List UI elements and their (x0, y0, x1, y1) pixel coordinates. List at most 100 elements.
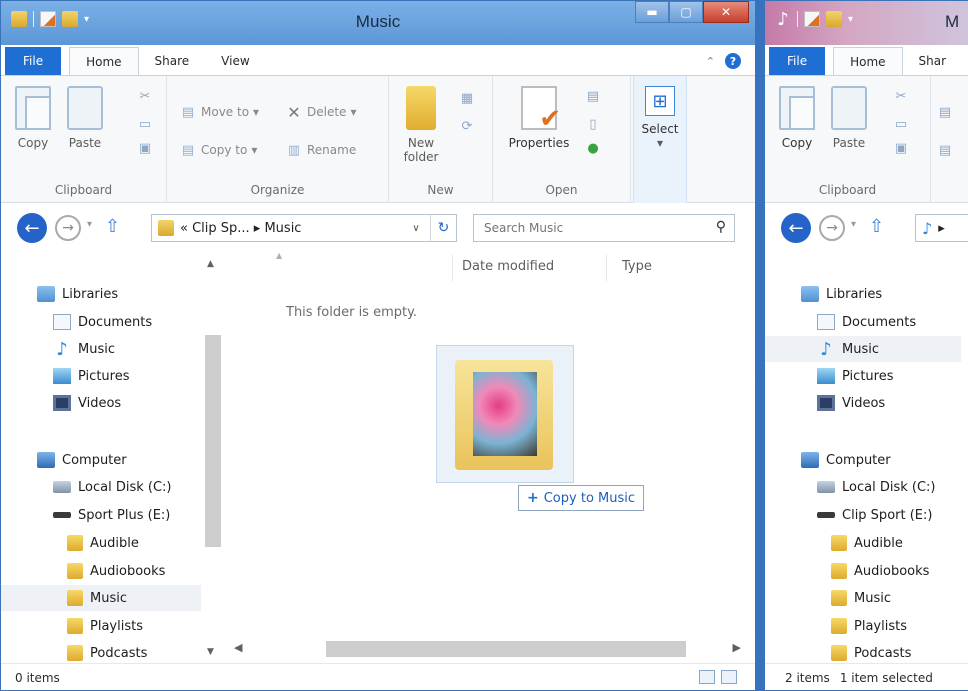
copy-button[interactable]: Copy (5, 86, 61, 150)
copy-path-icon[interactable]: ▭ (137, 116, 153, 132)
up-button[interactable]: ⇧ (869, 216, 884, 237)
nav-pane-scrollbar[interactable]: ▲ ▼ (201, 251, 221, 663)
cut-icon[interactable]: ✂ (137, 88, 153, 104)
customize-toolbar-arrow-icon[interactable]: ▾ (848, 14, 853, 25)
refresh-icon[interactable]: ↻ (430, 215, 456, 241)
cut-icon[interactable]: ✂ (893, 88, 909, 104)
scroll-down-arrow-icon[interactable]: ▼ (207, 647, 214, 657)
nav-clip-sport-drive[interactable]: Clip Sport (E:) (765, 502, 961, 528)
forward-button[interactable]: → (819, 215, 845, 241)
nav-audible[interactable]: Audible (1, 530, 205, 556)
up-button[interactable]: ⇧ (105, 216, 120, 237)
tab-file[interactable]: File (769, 47, 826, 75)
search-icon[interactable]: ⚲ (716, 219, 726, 235)
nav-audible[interactable]: Audible (765, 530, 961, 556)
close-button[interactable]: ✕ (703, 1, 749, 23)
delete-button[interactable]: ✕ Delete ▾ (285, 103, 356, 122)
tab-home[interactable]: Home (833, 47, 903, 75)
nav-music-folder[interactable]: Music (765, 585, 961, 611)
address-path[interactable]: « Clip Sp... ▸ Music (180, 221, 402, 236)
forward-button[interactable]: → (55, 215, 81, 241)
nav-sport-plus-drive[interactable]: Sport Plus (E:) (1, 502, 205, 528)
nav-pictures[interactable]: Pictures (1, 363, 205, 389)
nav-local-disk[interactable]: Local Disk (C:) (1, 474, 205, 500)
nav-podcasts[interactable]: Podcasts (1, 640, 205, 663)
nav-documents[interactable]: Documents (1, 309, 205, 335)
copy-to-button[interactable]: ▤ Copy to ▾ (179, 142, 258, 158)
open-icon[interactable]: ▤ (585, 88, 601, 104)
address-bar[interactable]: ♪ ▸ (915, 214, 968, 242)
nav-playlists[interactable]: Playlists (1, 613, 205, 639)
paste-shortcut-icon[interactable]: ▣ (137, 140, 153, 156)
nav-videos[interactable]: Videos (1, 390, 205, 416)
nav-music[interactable]: ♪ Music (1, 336, 205, 362)
new-folder-button[interactable]: New folder (393, 86, 449, 164)
nav-music[interactable]: ♪ Music (765, 336, 961, 362)
nav-audiobooks[interactable]: Audiobooks (765, 558, 961, 584)
maximize-button[interactable]: ▢ (669, 1, 703, 23)
help-icon[interactable]: ? (725, 53, 741, 69)
nav-computer[interactable]: Computer (765, 447, 961, 473)
nav-libraries[interactable]: Libraries (765, 281, 961, 307)
scroll-up-arrow-icon[interactable]: ▲ (207, 259, 214, 269)
recent-locations-icon[interactable]: ▾ (87, 219, 92, 230)
nav-libraries[interactable]: Libraries (1, 281, 205, 307)
title-bar[interactable]: ♪ ▾ M (765, 1, 968, 45)
select-button[interactable]: ⊞ Select ▾ (633, 86, 687, 150)
scroll-right-arrow-icon[interactable]: ▶ (733, 641, 741, 654)
file-list[interactable]: ▲ Date modified Type This folder is empt… (222, 251, 755, 635)
nav-playlists[interactable]: Playlists (765, 613, 961, 639)
move-to-button[interactable]: ▤ Move to ▾ (179, 104, 259, 120)
scrollbar-thumb[interactable] (205, 335, 221, 547)
address-bar[interactable]: « Clip Sp... ▸ Music ∨ ↻ (151, 214, 457, 242)
new-folder-quick-icon[interactable] (826, 11, 842, 27)
nav-videos[interactable]: Videos (765, 390, 961, 416)
copy-button[interactable]: Copy (769, 86, 825, 150)
column-date-modified[interactable]: Date modified (462, 259, 554, 274)
quick-access-toolbar: ♪ ▾ (775, 9, 853, 30)
minimize-ribbon-icon[interactable]: ⌃ (706, 55, 715, 68)
tab-home[interactable]: Home (69, 47, 139, 75)
minimize-button[interactable]: ▬ (635, 1, 669, 23)
column-type[interactable]: Type (622, 259, 652, 274)
details-view-icon[interactable] (699, 670, 715, 684)
nav-pictures[interactable]: Pictures (765, 363, 961, 389)
music-note-icon: ♪ (922, 218, 933, 238)
search-box[interactable]: ⚲ (473, 214, 735, 242)
properties-button[interactable]: Properties (501, 86, 577, 150)
history-icon[interactable]: ● (585, 140, 601, 156)
tab-file[interactable]: File (5, 47, 62, 75)
horizontal-scrollbar[interactable]: ◀ ▶ (222, 635, 755, 663)
nav-audiobooks[interactable]: Audiobooks (1, 558, 205, 584)
nav-local-disk[interactable]: Local Disk (C:) (765, 474, 961, 500)
nav-computer[interactable]: Computer (1, 447, 205, 473)
move-to-icon[interactable]: ▤ (937, 104, 953, 120)
nav-podcasts[interactable]: Podcasts (765, 640, 961, 663)
paste-button[interactable]: Paste (57, 86, 113, 150)
search-input[interactable] (474, 215, 694, 241)
rename-button[interactable]: ▥ Rename (285, 142, 356, 158)
easy-access-icon[interactable]: ⟳ (459, 118, 475, 134)
nav-music-folder[interactable]: Music (1, 585, 205, 611)
title-bar[interactable]: ▾ Music ▬ ▢ ✕ (1, 1, 755, 45)
tab-share[interactable]: Share (139, 47, 206, 75)
scrollbar-thumb[interactable] (326, 641, 686, 657)
recent-locations-icon[interactable]: ▾ (851, 219, 856, 230)
edit-icon[interactable]: ▯ (585, 116, 601, 132)
paste-button[interactable]: Paste (821, 86, 877, 150)
back-button[interactable]: ← (17, 213, 47, 243)
paste-icon (67, 86, 103, 130)
properties-quick-icon[interactable] (804, 11, 820, 27)
nav-documents[interactable]: Documents (765, 309, 961, 335)
copy-to-icon[interactable]: ▤ (937, 142, 953, 158)
back-button[interactable]: ← (781, 213, 811, 243)
new-item-icon[interactable]: ▦ (459, 90, 475, 106)
scroll-left-arrow-icon[interactable]: ◀ (234, 641, 242, 654)
copy-path-icon[interactable]: ▭ (893, 116, 909, 132)
tab-share[interactable]: Shar (903, 47, 947, 75)
large-icons-view-icon[interactable] (721, 670, 737, 684)
paste-shortcut-icon[interactable]: ▣ (893, 140, 909, 156)
sort-indicator-icon: ▲ (276, 251, 283, 260)
address-dropdown-icon[interactable]: ∨ (408, 223, 424, 234)
tab-view[interactable]: View (205, 47, 265, 75)
